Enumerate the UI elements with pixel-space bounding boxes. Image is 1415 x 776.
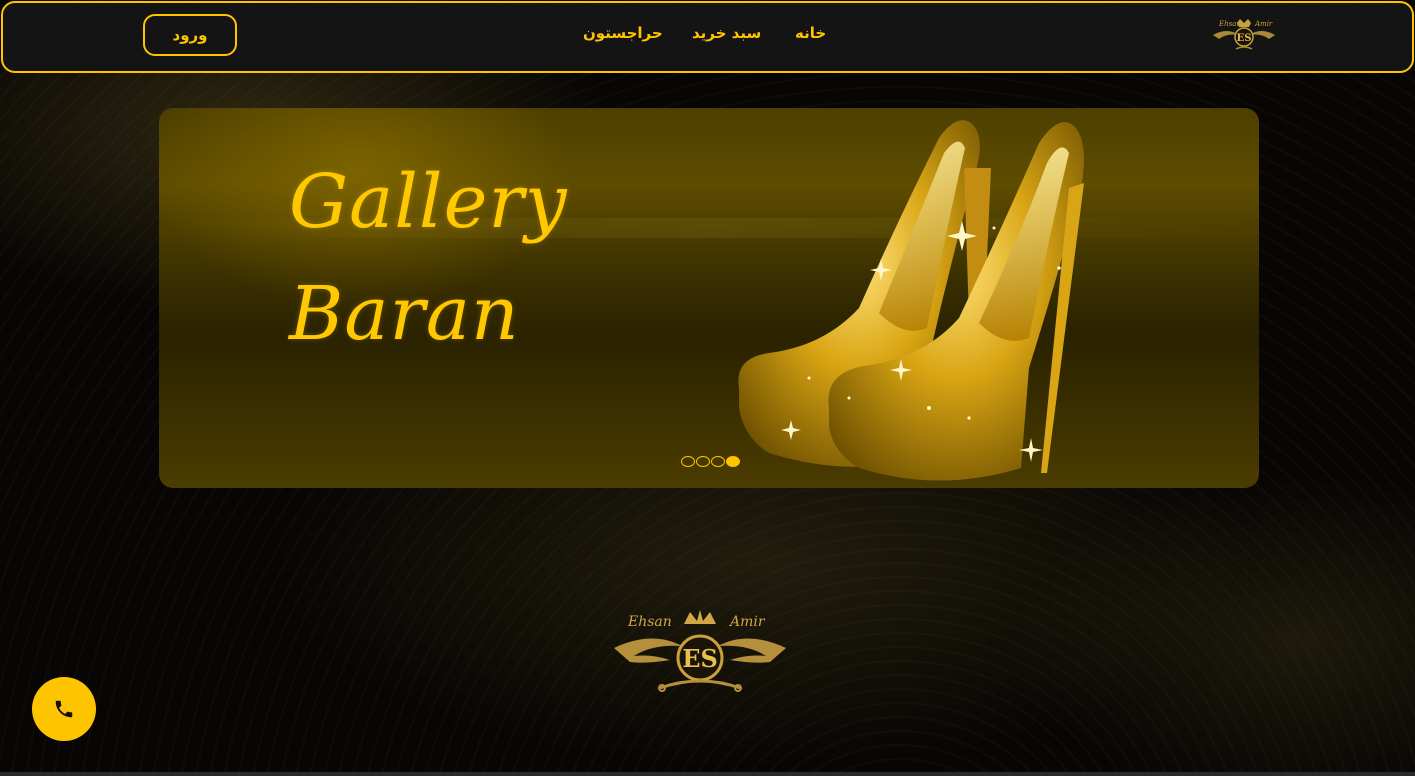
- page-bottom-edge: [0, 772, 1415, 776]
- logo-monogram: ES: [1237, 33, 1252, 44]
- logo-word-1: Ehsan: [1218, 20, 1241, 28]
- slider-dot-4[interactable]: [726, 456, 740, 467]
- banner-title: Gallery Baran: [289, 146, 609, 370]
- nav-home-link[interactable]: خانه: [795, 24, 826, 42]
- brand-logo[interactable]: ES Ehsan Amir: [1209, 15, 1279, 55]
- slider-dot-2[interactable]: [696, 456, 710, 467]
- slider-dot-3[interactable]: [711, 456, 725, 467]
- nav-auction-link[interactable]: حراجستون: [583, 24, 663, 42]
- hero-banner: Gallery Baran: [159, 108, 1259, 488]
- banner-title-line-1: Gallery: [289, 159, 568, 245]
- phone-icon: [55, 700, 73, 718]
- footer-logo-word-1: Ehsan: [627, 614, 672, 630]
- footer-logo-monogram: ES: [682, 644, 718, 673]
- footer-logo-word-2: Amir: [728, 614, 766, 630]
- slider-dot-1[interactable]: [681, 456, 695, 467]
- slider-dots: [681, 456, 740, 467]
- site-header: ورود خانه سبد خرید حراجستون ES Ehsan Ami…: [1, 1, 1414, 73]
- logo-word-2: Amir: [1254, 20, 1273, 28]
- login-button[interactable]: ورود: [143, 14, 237, 56]
- footer-logo: ES Ehsan Amir: [614, 610, 786, 692]
- nav-cart-link[interactable]: سبد خرید: [692, 24, 761, 42]
- gold-heels-image: [738, 120, 1084, 481]
- call-button[interactable]: [32, 677, 96, 741]
- banner-title-line-2: Baran: [289, 271, 520, 357]
